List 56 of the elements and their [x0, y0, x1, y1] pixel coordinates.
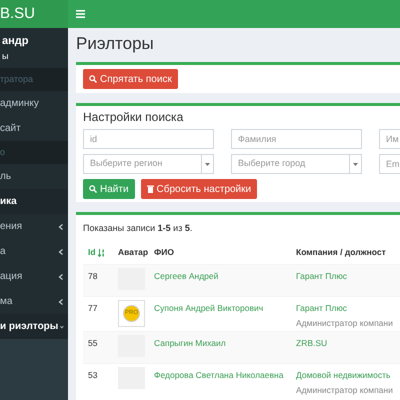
chevron-icon	[58, 248, 64, 254]
section-header: тратора	[0, 72, 33, 86]
table-cell: 55	[83, 332, 113, 364]
records-summary: Показаны записи 1-5 из 5.	[83, 222, 194, 235]
chevron-icon	[58, 274, 64, 280]
column-header[interactable]: Аватар	[113, 240, 149, 264]
table-cell: 78	[83, 264, 113, 296]
company-link[interactable]: ZRB.SU	[296, 337, 396, 350]
sidebar-background	[0, 339, 68, 400]
input-field[interactable]: Em	[379, 154, 400, 174]
company-link[interactable]: Гарант Плюс	[296, 302, 396, 315]
chevron-icon	[60, 324, 64, 330]
trash-icon	[146, 185, 154, 193]
column-header[interactable]: Id	[83, 240, 113, 264]
input-field[interactable]: id	[83, 129, 214, 149]
sidebar-item[interactable]: ация	[0, 264, 68, 289]
user-name: андр	[2, 34, 30, 49]
sidebar-item[interactable]: ма	[0, 289, 68, 314]
company-link[interactable]: Домовой недвижимость	[296, 369, 396, 382]
search-settings-title: Настройки поиска	[83, 109, 184, 126]
input-field[interactable]: Фамилия	[231, 129, 362, 149]
sidebar-item[interactable]: ения	[0, 214, 68, 239]
column-header[interactable]: Компания / должност	[291, 240, 400, 264]
column-header[interactable]: ФИО	[149, 240, 291, 264]
select-field[interactable]: Выберите город	[231, 154, 362, 174]
position-text: Администратор компани	[296, 316, 394, 330]
page-title: Риэлторы	[76, 33, 155, 55]
table-cell: 77	[83, 296, 113, 332]
sidebar-item[interactable]: ль	[0, 164, 68, 189]
select-field[interactable]: Выберите регион	[83, 154, 214, 174]
sort-icon[interactable]	[98, 248, 105, 257]
name-link[interactable]: Сергеев Андрей	[149, 264, 291, 296]
sidebar-item[interactable]: админку	[0, 91, 68, 116]
sidebar-item[interactable]: а	[0, 239, 68, 264]
position-text: Администратор компани	[296, 384, 394, 396]
menu-icon[interactable]	[76, 10, 85, 18]
search-icon	[89, 75, 97, 83]
chevron-icon	[58, 224, 64, 230]
sidebar-item[interactable]: ика	[0, 189, 68, 214]
hide-search-button[interactable]: Спрятать поиск	[83, 69, 178, 89]
user-subtitle: ы	[2, 50, 10, 62]
name-link[interactable]: Сапрыгин Михаил	[149, 332, 291, 364]
company-link[interactable]: Гарант Плюс	[296, 270, 396, 283]
name-link[interactable]: Супоня Андрей Викторович	[149, 296, 291, 332]
section-header: о	[0, 146, 6, 159]
input-field[interactable]: Им	[379, 129, 400, 149]
sidebar-item[interactable]: сайт	[0, 116, 68, 141]
caret-icon	[353, 162, 358, 166]
table-cell: 53	[83, 364, 113, 398]
chevron-icon	[58, 298, 64, 304]
name-link[interactable]: Федорова Светлана Николаевна	[149, 364, 291, 398]
find-button[interactable]: Найти	[83, 179, 135, 199]
sidebar-item[interactable]: и риэлторы	[0, 314, 68, 339]
reset-settings-button[interactable]: Сбросить настройки	[140, 179, 258, 199]
caret-icon	[205, 162, 210, 166]
search-icon	[89, 185, 97, 193]
